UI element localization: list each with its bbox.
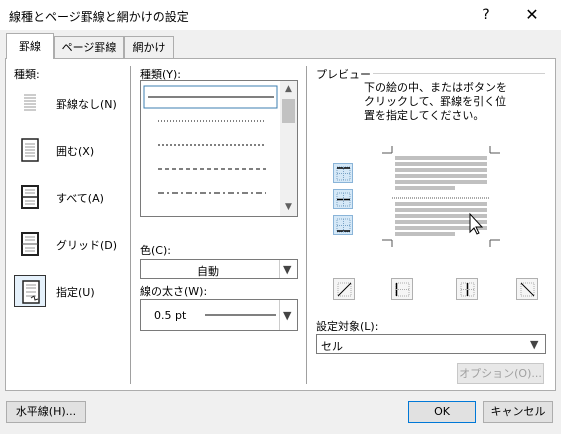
left-border-button[interactable] xyxy=(391,278,413,300)
setting-grid-button[interactable] xyxy=(14,228,46,260)
inside-vertical-border-button[interactable] xyxy=(456,278,478,300)
width-select[interactable]: 0.5 pt ▼ xyxy=(140,299,298,331)
diagonal-up-border-icon xyxy=(337,282,352,297)
help-button[interactable]: ? xyxy=(476,5,496,25)
close-button[interactable]: ✕ xyxy=(520,5,544,25)
inside-vertical-border-icon xyxy=(460,282,475,297)
color-select[interactable]: 自動 ▼ xyxy=(140,259,298,279)
left-border-icon xyxy=(395,282,410,297)
scroll-down-icon[interactable]: ▼ xyxy=(280,199,297,216)
inside-horizontal-border-button[interactable] xyxy=(333,189,353,209)
setting-none-button[interactable] xyxy=(14,87,46,119)
dialog-title: 線種とページ罫線と網かけの設定 xyxy=(9,10,189,24)
line-style-items xyxy=(143,85,278,194)
line-style-scrollbar[interactable]: ▲ ▼ xyxy=(280,81,297,216)
setting-all-label: すべて(A) xyxy=(56,192,104,205)
width-sample-line xyxy=(205,314,276,316)
preview-instruction-line: 下の絵の中、またはボタンを xyxy=(364,81,507,94)
scroll-thumb[interactable] xyxy=(282,99,295,123)
title-bar: 線種とページ罫線と網かけの設定 ? ✕ xyxy=(0,0,561,30)
preview-instruction-line: 置を指定してください。 xyxy=(364,109,485,122)
bottom-border-icon xyxy=(336,218,351,233)
box-border-icon xyxy=(21,138,39,162)
bottom-border-button[interactable] xyxy=(333,215,353,235)
tab-page-border[interactable]: ページ罫線 xyxy=(54,36,124,58)
no-border-icon xyxy=(24,94,36,111)
chevron-down-icon: ▼ xyxy=(283,263,292,276)
inside-horizontal-border-icon xyxy=(336,192,351,207)
setting-custom-button[interactable] xyxy=(14,275,46,307)
setting-box-label: 囲む(X) xyxy=(56,145,95,158)
apply-to-select[interactable]: セル ▼ xyxy=(316,334,546,354)
setting-heading: 種類: xyxy=(14,68,40,81)
width-label: 線の太さ(W): xyxy=(140,285,208,298)
custom-border-icon xyxy=(22,280,40,304)
apply-to-label: 設定対象(L): xyxy=(316,320,379,333)
diagonal-down-border-button[interactable] xyxy=(516,278,538,300)
horizontal-line-button[interactable]: 水平線(H)... xyxy=(6,401,86,423)
color-value: 自動 xyxy=(197,265,219,278)
all-borders-icon xyxy=(21,185,39,209)
tab-borders[interactable]: 罫線 xyxy=(6,33,54,59)
grid-border-icon xyxy=(21,232,39,256)
top-border-icon xyxy=(336,166,351,181)
setting-box-button[interactable] xyxy=(14,134,46,166)
preview-instruction-line: クリックして、罫線を引く位 xyxy=(364,95,507,108)
width-value: 0.5 pt xyxy=(154,309,187,322)
top-border-button[interactable] xyxy=(333,163,353,183)
diagonal-up-border-button[interactable] xyxy=(333,278,355,300)
border-preview-area[interactable] xyxy=(378,142,508,257)
setting-custom-label: 指定(U) xyxy=(56,286,95,299)
chevron-down-icon: ▼ xyxy=(530,338,539,351)
setting-none-label: 罫線なし(N) xyxy=(56,98,117,111)
apply-to-dropdown-button[interactable]: ▼ xyxy=(527,335,545,353)
preview-heading-rule xyxy=(373,73,545,74)
line-style-list[interactable]: ▲ ▼ xyxy=(140,80,298,217)
diagonal-down-border-icon xyxy=(520,282,535,297)
color-label: 色(C): xyxy=(140,244,171,257)
options-button[interactable]: オプション(O)... xyxy=(457,363,544,384)
apply-to-value: セル xyxy=(321,340,343,353)
ok-button[interactable]: OK xyxy=(408,401,476,423)
width-dropdown-button[interactable]: ▼ xyxy=(279,300,297,330)
borders-shading-dialog: 線種とページ罫線と網かけの設定 ? ✕ 罫線 ページ罫線 網かけ 種類: 罫線な… xyxy=(0,0,561,434)
tab-shading[interactable]: 網かけ xyxy=(124,36,174,58)
scroll-up-icon[interactable]: ▲ xyxy=(280,81,297,98)
chevron-down-icon: ▼ xyxy=(283,309,292,322)
setting-grid-label: グリッド(D) xyxy=(56,239,118,252)
column-separator xyxy=(130,66,131,384)
preview-heading: プレビュー xyxy=(316,68,371,81)
cancel-button[interactable]: キャンセル xyxy=(483,401,553,423)
color-dropdown-button[interactable]: ▼ xyxy=(279,260,297,278)
preview-instruction: 下の絵の中、またはボタンを クリックして、罫線を引く位 置を指定してください。 xyxy=(364,81,507,123)
column-separator xyxy=(306,66,307,384)
setting-all-button[interactable] xyxy=(14,181,46,213)
